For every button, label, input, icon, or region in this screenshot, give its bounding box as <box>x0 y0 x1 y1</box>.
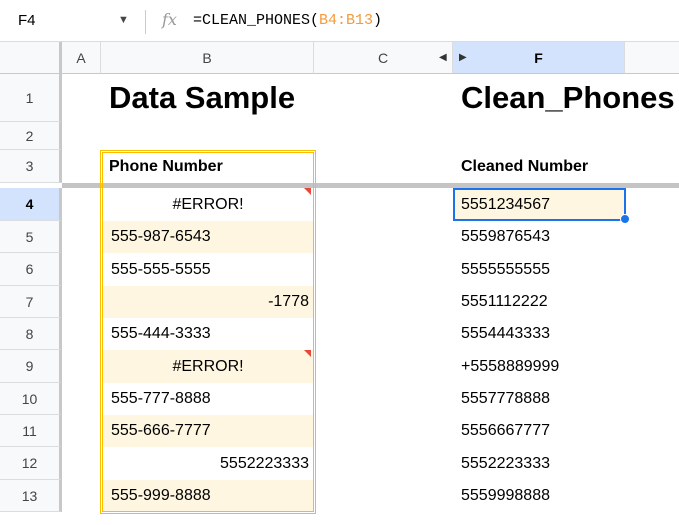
fill-handle[interactable] <box>620 214 630 224</box>
phone-number-cell[interactable]: #ERROR! <box>103 188 313 221</box>
cleaned-number-cell[interactable]: 5559876543 <box>453 221 625 253</box>
title-clean-phones: Clean_Phones <box>461 80 675 115</box>
header-cleaned-number: Cleaned Number <box>461 157 589 175</box>
row-header-13[interactable]: 13 <box>0 480 62 512</box>
formula-range-ref: B4:B13 <box>319 12 374 29</box>
collapse-left-icon[interactable]: ◀ <box>439 52 447 63</box>
phone-number-cell[interactable]: #ERROR! <box>103 350 313 383</box>
phone-number-value: 555-999-8888 <box>111 487 211 504</box>
phone-number-cell[interactable]: 555-777-8888 <box>103 383 313 415</box>
cleaned-number-value: 5551112222 <box>461 293 548 310</box>
phone-number-value: 555-777-8888 <box>111 390 211 407</box>
row-header-2[interactable]: 2 <box>0 122 62 150</box>
cleaned-number-cell[interactable]: 5551234567 <box>453 188 625 221</box>
column-header-a[interactable]: A <box>62 42 101 74</box>
row-header-7[interactable]: 7 <box>0 286 62 318</box>
row-header-12[interactable]: 12 <box>0 447 62 480</box>
column-header-f[interactable]: F <box>453 42 625 74</box>
cleaned-number-value: 5556667777 <box>461 422 550 439</box>
cleaned-number-cell[interactable]: 5554443333 <box>453 318 625 350</box>
phone-number-value: 555-444-3333 <box>111 325 211 342</box>
cleaned-number-value: 5559998888 <box>461 487 550 504</box>
row-header-10[interactable]: 10 <box>0 383 62 415</box>
row-header-3[interactable]: 3 <box>0 150 62 183</box>
phone-number-value: 555-666-7777 <box>111 422 211 439</box>
phone-number-cell[interactable]: -1778 <box>103 286 313 318</box>
cleaned-number-cell[interactable]: +5558889999 <box>453 350 625 383</box>
cleaned-number-cell[interactable]: 5551112222 <box>453 286 625 318</box>
cleaned-number-value: 5557778888 <box>461 390 550 407</box>
header-phone-number: Phone Number <box>109 157 223 175</box>
phone-number-value: #ERROR! <box>172 357 244 375</box>
phone-number-value: -1778 <box>268 293 309 310</box>
formula-bar: F4 ▼ fx =CLEAN_PHONES(B4:B13) <box>0 0 679 42</box>
cleaned-number-value: 5555555555 <box>461 260 550 278</box>
phone-number-cell[interactable]: 555-999-8888 <box>103 480 313 512</box>
divider <box>145 10 146 34</box>
expand-right-icon[interactable]: ▶ <box>459 52 467 63</box>
cleaned-number-cell[interactable]: 5559998888 <box>453 480 625 512</box>
select-all-corner[interactable] <box>0 42 62 74</box>
cleaned-number-value: 5551234567 <box>461 195 550 213</box>
formula-text-end: ) <box>373 12 383 29</box>
row-header-6[interactable]: 6 <box>0 253 62 286</box>
phone-number-cell[interactable]: 555-555-5555 <box>103 253 313 286</box>
column-header-b[interactable]: B <box>101 42 314 74</box>
phone-number-cell[interactable]: 555-444-3333 <box>103 318 313 350</box>
cleaned-number-cell[interactable]: 5555555555 <box>453 253 625 286</box>
phone-number-value: #ERROR! <box>172 195 244 213</box>
phone-number-value: 5552223333 <box>220 454 309 472</box>
name-box-dropdown-icon[interactable]: ▼ <box>118 14 129 26</box>
phone-number-cell[interactable]: 555-987-6543 <box>103 221 313 253</box>
column-header-g[interactable] <box>625 42 679 74</box>
column-header-c[interactable]: C <box>314 42 453 74</box>
phone-number-value: 555-555-5555 <box>111 260 211 278</box>
fx-icon: fx <box>162 10 177 29</box>
phone-number-cell[interactable]: 555-666-7777 <box>103 415 313 447</box>
cleaned-number-cell[interactable]: 5556667777 <box>453 415 625 447</box>
cleaned-number-value: 5559876543 <box>461 228 550 245</box>
row-header-1[interactable]: 1 <box>0 74 62 122</box>
row-header-4[interactable]: 4 <box>0 188 62 221</box>
error-marker-icon[interactable] <box>304 188 311 195</box>
cleaned-number-value: 5554443333 <box>461 325 550 342</box>
cleaned-number-cell[interactable]: 5552223333 <box>453 447 625 480</box>
phone-number-cell[interactable]: 5552223333 <box>103 447 313 480</box>
title-data-sample: Data Sample <box>109 80 296 115</box>
error-marker-icon[interactable] <box>304 350 311 357</box>
row-header-11[interactable]: 11 <box>0 415 62 447</box>
cleaned-number-value: 5552223333 <box>461 454 550 472</box>
name-box[interactable]: F4 <box>18 12 36 29</box>
cleaned-number-value: +5558889999 <box>461 357 560 375</box>
row-header-8[interactable]: 8 <box>0 318 62 350</box>
cleaned-number-cell[interactable]: 5557778888 <box>453 383 625 415</box>
formula-text: =CLEAN_PHONES( <box>193 12 320 29</box>
phone-number-value: 555-987-6543 <box>111 228 211 245</box>
formula-input[interactable]: =CLEAN_PHONES(B4:B13) <box>193 12 382 29</box>
row-header-5[interactable]: 5 <box>0 221 62 253</box>
row-header-9[interactable]: 9 <box>0 350 62 383</box>
